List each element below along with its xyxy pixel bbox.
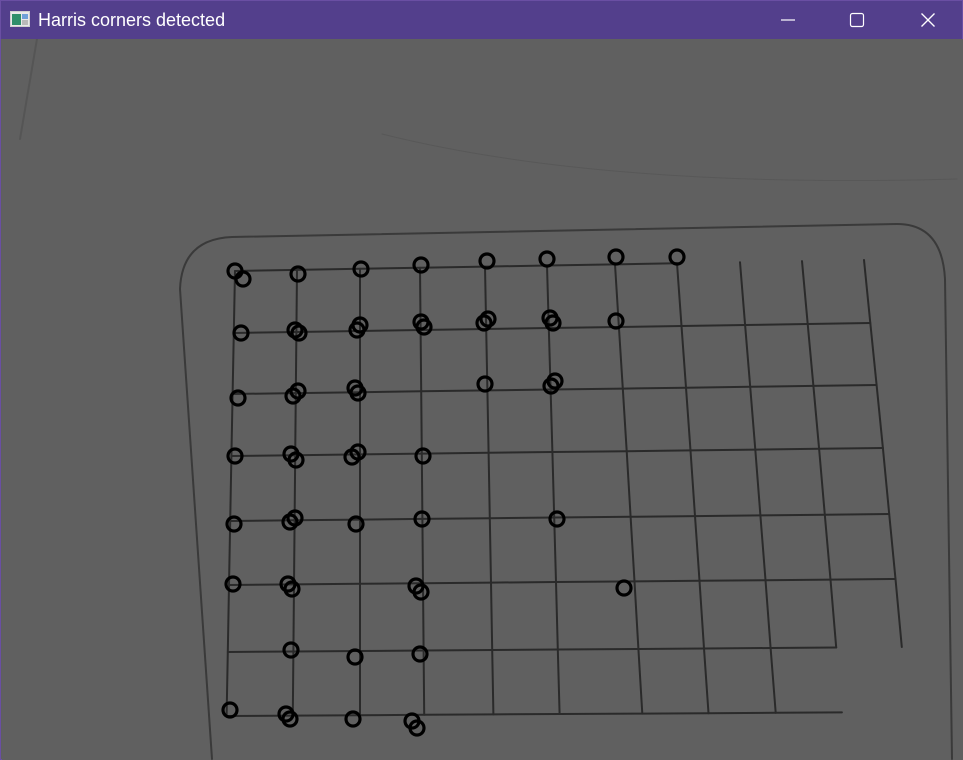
edge-line — [225, 270, 236, 717]
image-canvas[interactable] — [2, 39, 963, 760]
corner-markers — [221, 248, 686, 737]
edge-line — [225, 711, 843, 717]
edge-line — [676, 262, 710, 715]
corner-marker — [225, 515, 243, 533]
corner-marker — [414, 447, 432, 465]
corner-marker — [607, 312, 625, 330]
corner-marker — [476, 375, 494, 393]
edge-line — [739, 261, 777, 714]
corner-marker — [607, 248, 625, 266]
close-icon — [921, 13, 935, 27]
corner-marker — [615, 579, 633, 597]
corner-marker — [538, 250, 556, 268]
edge-line — [863, 259, 903, 648]
edge-map — [19, 39, 958, 760]
minimize-button[interactable] — [765, 1, 811, 39]
edge-line — [230, 447, 884, 457]
edge-line — [226, 646, 838, 653]
corner-marker — [548, 510, 566, 528]
app-window: Harris corners detected — [0, 0, 963, 760]
minimize-icon — [781, 19, 795, 21]
corner-marker — [344, 710, 362, 728]
title-bar[interactable]: Harris corners detected — [1, 1, 962, 39]
edge-line — [801, 260, 838, 649]
corner-detection-image — [19, 39, 958, 760]
edge-line — [546, 264, 561, 715]
corner-marker — [668, 248, 686, 266]
app-icon — [10, 11, 30, 27]
corner-marker — [411, 645, 429, 663]
corner-marker — [282, 641, 300, 659]
close-button[interactable] — [905, 1, 951, 39]
edge-line — [19, 39, 38, 140]
edge-line — [484, 265, 495, 716]
window-title: Harris corners detected — [38, 10, 226, 30]
edge-line — [229, 513, 891, 522]
edge-line — [381, 133, 958, 182]
maximize-icon — [849, 12, 865, 28]
corner-marker — [221, 701, 239, 719]
edge-line — [228, 578, 897, 586]
maximize-button[interactable] — [834, 1, 880, 39]
edge-line — [614, 263, 644, 715]
